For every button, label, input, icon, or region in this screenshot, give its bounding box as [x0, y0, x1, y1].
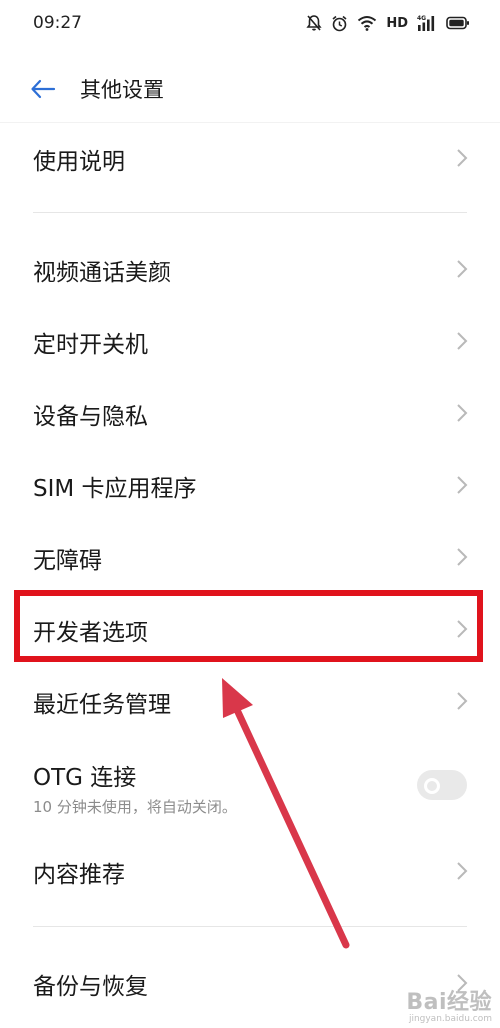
settings-item-scheduled-power[interactable]: 定时开关机: [0, 311, 500, 371]
settings-item-video-call-beauty[interactable]: 视频通话美颜: [0, 239, 500, 299]
chevron-right-icon: [457, 149, 468, 167]
settings-item-content-recommendation[interactable]: 内容推荐: [0, 841, 500, 901]
chevron-right-icon: [457, 332, 468, 350]
battery-icon: [446, 16, 469, 30]
settings-item-device-privacy[interactable]: 设备与隐私: [0, 383, 500, 443]
item-label: 使用说明: [33, 149, 125, 175]
watermark-logo: Bai经验: [406, 990, 492, 1015]
item-label: 无障碍: [33, 548, 102, 574]
status-time: 09:27: [33, 13, 82, 33]
item-label: OTG 连接: [33, 765, 137, 791]
otg-toggle[interactable]: [417, 770, 467, 800]
status-icons: HD 4G: [306, 12, 470, 34]
header-divider: [0, 122, 500, 123]
toggle-knob: [424, 778, 440, 794]
highlight-box: [14, 590, 483, 662]
page-header: 其他设置: [0, 60, 500, 118]
item-label: 定时开关机: [33, 332, 148, 358]
item-label: 备份与恢复: [33, 974, 148, 1000]
section-divider: [33, 926, 467, 927]
item-label: 视频通话美颜: [33, 260, 171, 286]
settings-screen: 09:27 HD 4G 其他设置 使用说明 视频通话美颜 定时开关机 设备与隐私…: [0, 0, 500, 1028]
wifi-icon: [358, 16, 377, 31]
item-subtitle: 10 分钟未使用，将自动关闭。: [33, 798, 237, 816]
watermark-url: jingyan.baidu.com: [408, 1014, 492, 1024]
chevron-right-icon: [457, 476, 468, 494]
status-bar: 09:27 HD 4G: [0, 0, 500, 48]
chevron-right-icon: [457, 404, 468, 422]
item-label: 最近任务管理: [33, 692, 171, 718]
chevron-right-icon: [457, 692, 468, 710]
page-title: 其他设置: [80, 78, 164, 102]
settings-item-recent-tasks[interactable]: 最近任务管理: [0, 671, 500, 731]
back-arrow-icon[interactable]: [30, 76, 56, 102]
section-divider: [33, 212, 467, 213]
item-label: 内容推荐: [33, 862, 125, 888]
settings-item-sim-apps[interactable]: SIM 卡应用程序: [0, 455, 500, 515]
alarm-icon: [332, 15, 347, 31]
network-hd-label: HD: [386, 15, 408, 31]
watermark: Bai经验 jingyan.baidu.com: [406, 984, 492, 1024]
chevron-right-icon: [457, 548, 468, 566]
chevron-right-icon: [457, 260, 468, 278]
settings-item-usage-guide[interactable]: 使用说明: [0, 128, 500, 188]
svg-text:4G: 4G: [417, 15, 426, 22]
item-label: SIM 卡应用程序: [33, 476, 197, 502]
settings-item-accessibility[interactable]: 无障碍: [0, 527, 500, 587]
chevron-right-icon: [457, 862, 468, 880]
4g-signal-icon: 4G: [417, 15, 435, 31]
item-label: 设备与隐私: [33, 404, 148, 430]
mute-bell-icon: [306, 15, 322, 31]
